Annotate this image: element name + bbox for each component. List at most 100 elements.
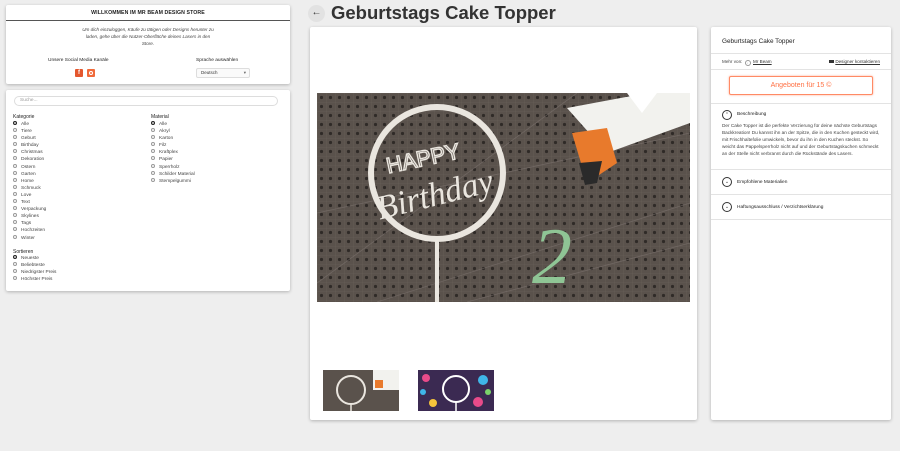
divider xyxy=(711,69,891,70)
chevron-down-icon[interactable]: ⌄ xyxy=(722,177,732,187)
language-select[interactable]: Deutsch ▾ xyxy=(196,68,250,78)
radio-button[interactable] xyxy=(13,234,17,239)
back-button[interactable]: ← xyxy=(308,5,325,22)
contact-designer-link[interactable]: Designer kontaktieren xyxy=(829,59,880,64)
search-input[interactable]: Suche... xyxy=(14,96,278,106)
category-option-label: Tags xyxy=(21,221,32,227)
material-option[interactable]: Akryl xyxy=(151,128,195,135)
category-option[interactable]: Schmuck xyxy=(13,184,46,192)
category-option-label: Christmas xyxy=(21,150,43,156)
instagram-icon[interactable] xyxy=(87,69,95,77)
category-option-label: Skylines xyxy=(21,214,39,220)
radio-button[interactable] xyxy=(13,135,17,140)
radio-button[interactable] xyxy=(151,121,155,125)
radio-button[interactable] xyxy=(13,255,17,259)
radio-button[interactable] xyxy=(151,163,155,168)
material-option[interactable]: Schilder Material xyxy=(151,170,195,178)
radio-button[interactable] xyxy=(13,276,17,281)
radio-button[interactable] xyxy=(13,149,17,154)
radio-button[interactable] xyxy=(13,206,17,211)
category-option[interactable]: Tiere xyxy=(13,128,46,135)
chevron-up-icon[interactable]: ⌃ xyxy=(722,110,732,120)
category-option[interactable]: Ostern xyxy=(13,163,46,171)
radio-button[interactable] xyxy=(13,220,17,225)
material-option[interactable]: Kraftplex xyxy=(151,149,195,156)
radio-button[interactable] xyxy=(13,262,17,267)
material-option[interactable]: Stempelgummi xyxy=(151,177,195,185)
category-option[interactable]: Birthday xyxy=(13,142,46,149)
category-option[interactable]: Dekoration xyxy=(13,156,46,163)
radio-button[interactable] xyxy=(13,170,17,175)
radio-button[interactable] xyxy=(13,163,17,168)
product-main-image[interactable]: HAPPY Birthday 2 xyxy=(317,93,690,302)
material-option[interactable]: Filz xyxy=(151,142,195,149)
sort-option[interactable]: Beliebteste xyxy=(13,262,56,269)
category-option-label: Love xyxy=(21,192,32,198)
material-option[interactable]: Karton xyxy=(151,135,195,142)
radio-button[interactable] xyxy=(13,184,17,189)
facebook-icon[interactable]: f xyxy=(75,69,83,77)
section-description-label[interactable]: Beschreibung xyxy=(737,112,766,117)
material-option[interactable]: Papier xyxy=(151,156,195,163)
divider xyxy=(711,103,891,104)
radio-button[interactable] xyxy=(13,142,17,147)
filter-panel: Suche... Kategorie Alle Tiere Geburt Birthd… xyxy=(6,90,290,291)
material-option-label: Alle xyxy=(159,122,167,127)
radio-button[interactable] xyxy=(151,177,155,182)
thumbnail-1[interactable] xyxy=(321,368,401,413)
thumbnail-image xyxy=(323,370,399,411)
radio-button[interactable] xyxy=(13,177,17,182)
radio-button[interactable] xyxy=(13,128,17,133)
section-materials-label[interactable]: Empfohlene Materialien xyxy=(737,180,787,185)
page-title: Geburtstags Cake Topper xyxy=(331,2,556,23)
sort-option[interactable]: Höchster Preis xyxy=(13,276,56,283)
radio-button[interactable] xyxy=(13,121,17,125)
welcome-card: WILLKOMMEN IM MR BEAM DESIGN STORE Um di… xyxy=(6,5,290,84)
category-option[interactable]: Home xyxy=(13,177,46,185)
radio-button[interactable] xyxy=(13,156,17,161)
category-option-label: Ostern xyxy=(21,164,36,170)
radio-button[interactable] xyxy=(151,128,155,133)
radio-button[interactable] xyxy=(151,149,155,154)
language-value: Deutsch xyxy=(201,70,218,75)
section-disclaimer-label[interactable]: Haftungsausschluss / Verzichtserklärung xyxy=(737,205,823,210)
radio-button[interactable] xyxy=(13,269,17,274)
category-option[interactable]: Skylines xyxy=(13,213,46,220)
radio-button[interactable] xyxy=(151,142,155,147)
category-option[interactable]: Verpackung xyxy=(13,206,46,213)
category-option[interactable]: Geburt xyxy=(13,135,46,142)
radio-button[interactable] xyxy=(13,213,17,218)
arrow-left-icon: ← xyxy=(311,7,322,18)
contact-label: Designer kontaktieren xyxy=(835,59,880,64)
designer-link[interactable]: Mr Beam xyxy=(753,59,772,64)
category-option[interactable]: Hochzeiten xyxy=(13,227,46,234)
category-option[interactable]: Love xyxy=(13,191,46,199)
envelope-icon xyxy=(829,59,835,63)
radio-button[interactable] xyxy=(13,227,17,232)
category-option[interactable]: Alle xyxy=(13,121,46,128)
radio-button[interactable] xyxy=(13,199,17,204)
material-option[interactable]: Alle xyxy=(151,121,195,128)
product-title: Geburtstags Cake Topper xyxy=(722,38,795,45)
category-option-label: Schmuck xyxy=(21,185,41,191)
material-option-label: Sperrholz xyxy=(159,164,180,170)
sort-option[interactable]: Niedrigster Preis xyxy=(13,269,56,276)
radio-button[interactable] xyxy=(151,156,155,161)
material-option[interactable]: Sperrholz xyxy=(151,163,195,171)
category-option[interactable]: Garten xyxy=(13,170,46,178)
offer-button[interactable]: Angeboten für 15 © xyxy=(729,76,873,95)
thumbnail-2[interactable] xyxy=(416,368,496,413)
radio-button[interactable] xyxy=(13,191,17,196)
category-option[interactable]: Winter xyxy=(13,234,46,242)
sort-option[interactable]: Neueste xyxy=(13,255,56,262)
divider xyxy=(711,219,891,220)
radio-button[interactable] xyxy=(151,135,155,140)
category-option[interactable]: Text xyxy=(13,199,46,206)
thumbnail-image xyxy=(418,370,494,411)
product-info-panel: Geburtstags Cake Topper Mehr von: ◦ Mr B… xyxy=(711,27,891,420)
radio-button[interactable] xyxy=(151,170,155,175)
category-option[interactable]: Christmas xyxy=(13,149,46,156)
chevron-down-icon[interactable]: ⌄ xyxy=(722,202,732,212)
material-option-label: Stempelgummi xyxy=(159,178,191,184)
category-option[interactable]: Tags xyxy=(13,220,46,227)
